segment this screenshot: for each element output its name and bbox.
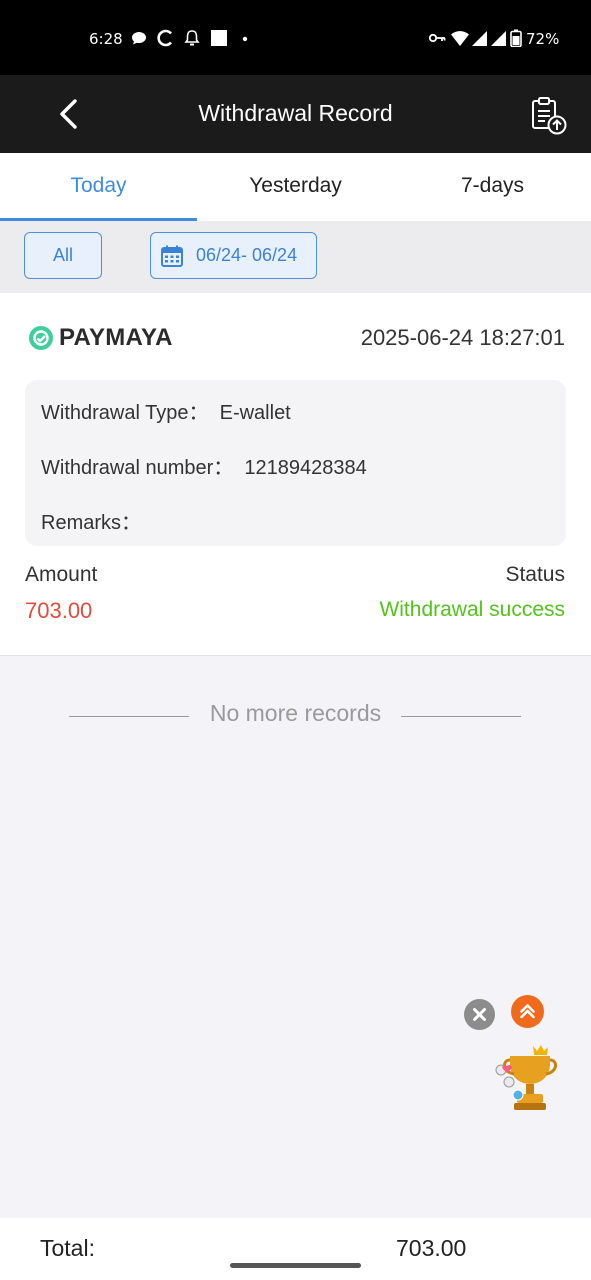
battery-icon [510,29,522,47]
filter-bar: All 06/24- 06/24 [0,221,591,293]
status-bar: 6:28 72% [0,0,591,75]
divider-left [69,716,189,717]
clipboard-upload-icon[interactable] [528,95,570,137]
total-label: Total: [40,1235,95,1261]
cell-signal-2-icon [491,31,506,46]
trophy-icon[interactable] [492,1040,562,1114]
total-bar: Total: 703.00 [0,1218,591,1280]
date-range-button[interactable]: 06/24- 06/24 [150,232,317,279]
wifi-icon [451,31,469,46]
tab-today[interactable]: Today [0,153,197,221]
record-details: Withdrawal Type： E-wallet Withdrawal num… [25,380,566,546]
paymaya-logo-icon [29,326,53,350]
withdrawal-type-label: Withdrawal Type： [41,402,209,424]
square-notification-icon [211,30,227,46]
amount-label: Amount [25,563,98,586]
close-float-button[interactable] [464,999,495,1030]
notification-bell-icon [184,30,200,46]
period-tabs: Today Yesterday 7-days [0,153,591,221]
home-indicator[interactable] [230,1263,361,1268]
no-more-records-text: No more records [209,700,382,726]
status-time: 6:28 [89,30,123,48]
withdrawal-record-card[interactable]: PAYMAYA 2025-06-24 18:27:01 Withdrawal T… [0,293,591,656]
battery-percent: 72% [526,30,560,48]
filter-all-button[interactable]: All [24,232,102,279]
amount-value: 703.00 [25,598,93,623]
status-label: Status [505,563,565,586]
remarks-row: Remarks： [41,506,141,535]
chat-bubble-icon [132,32,146,45]
withdrawal-type-value: E-wallet [219,402,291,424]
scroll-top-button[interactable] [511,995,544,1028]
date-range-text: 06/24- 06/24 [196,245,298,265]
cell-signal-icon [472,31,487,46]
vpn-key-icon [428,33,446,43]
double-chevron-up-icon [520,1004,535,1019]
more-dot-icon [242,36,248,42]
status-value: Withdrawal success [379,598,565,621]
tab-7-days[interactable]: 7-days [394,153,591,221]
app-bar: Withdrawal Record [0,75,591,153]
withdrawal-number-label: Withdrawal number： [41,457,234,479]
tab-yesterday[interactable]: Yesterday [197,153,394,221]
withdrawal-number-row: Withdrawal number： 12189428384 [41,451,367,480]
remarks-label: Remarks： [41,512,142,534]
total-value: 703.00 [396,1235,467,1261]
divider-right [401,716,521,717]
record-datetime: 2025-06-24 18:27:01 [360,325,565,350]
paymaya-logo: PAYMAYA [28,324,173,352]
list-end-indicator: No more records [0,700,591,727]
c-app-icon [157,29,172,47]
withdrawal-number-value: 12189428384 [244,457,367,479]
page-title: Withdrawal Record [198,100,393,126]
withdrawal-type-row: Withdrawal Type： E-wallet [41,396,291,425]
brand-name: PAYMAYA [59,324,173,351]
calendar-icon [161,245,183,267]
close-icon [473,1008,486,1021]
